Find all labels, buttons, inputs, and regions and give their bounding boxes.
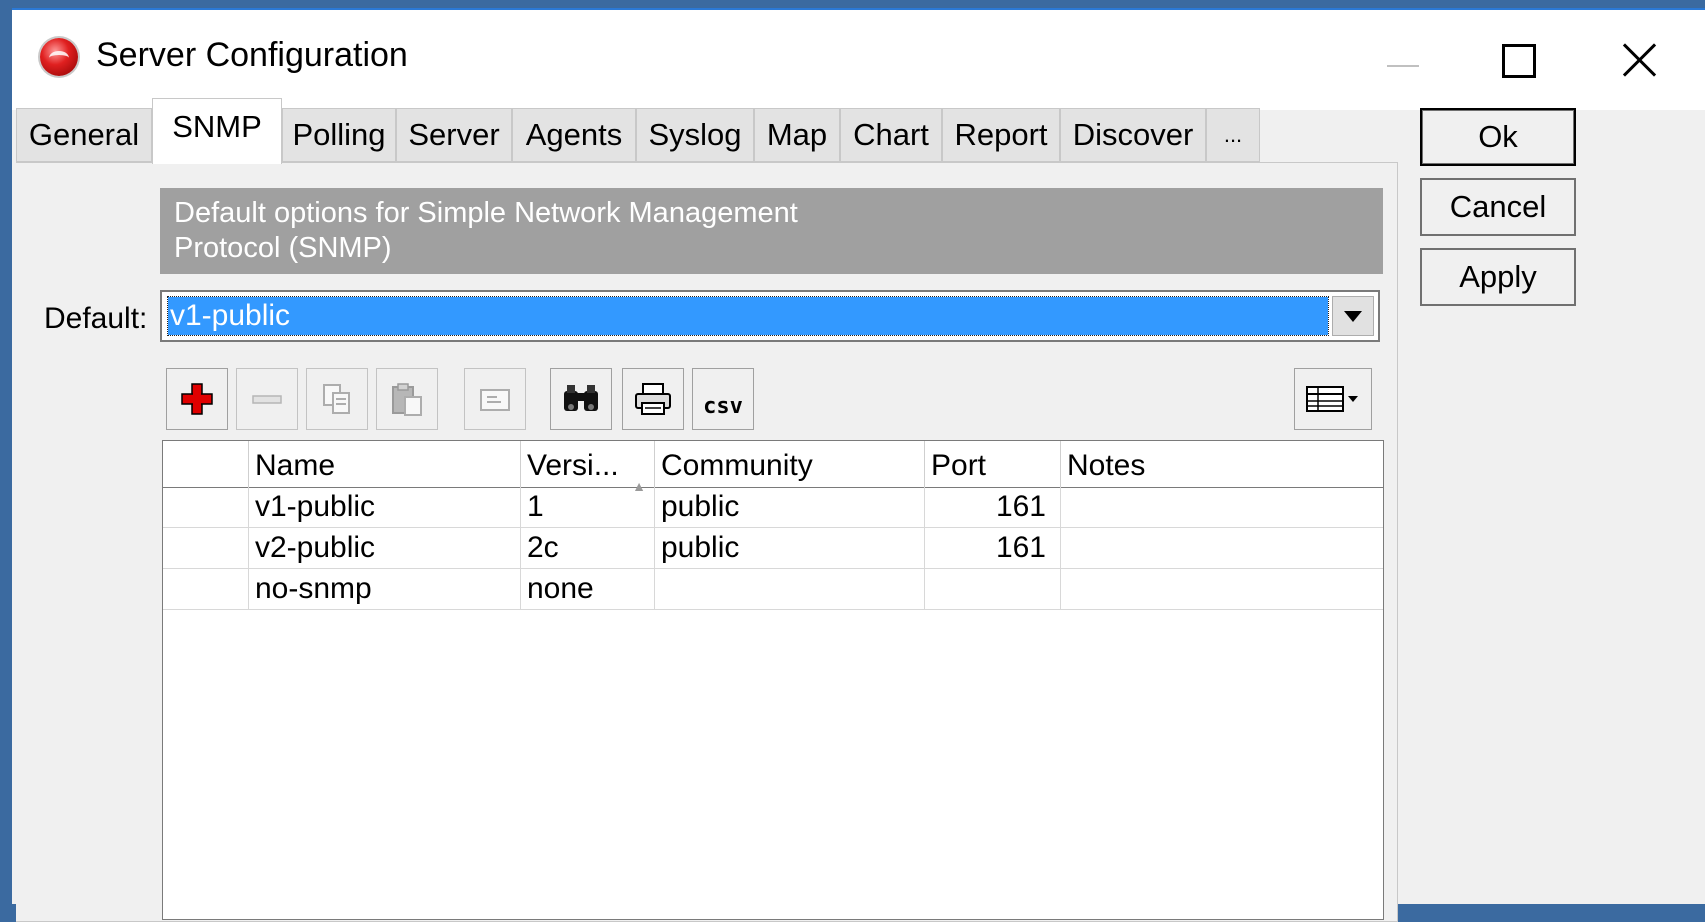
maximize-icon xyxy=(1502,44,1536,78)
app-logo-icon xyxy=(40,38,78,76)
add-button[interactable] xyxy=(166,368,228,430)
printer-icon xyxy=(635,383,671,415)
column-header-notes[interactable]: Notes xyxy=(1061,441,1383,487)
minimize-icon xyxy=(1387,65,1419,67)
row-indicator xyxy=(163,569,249,609)
cell-version: 2c xyxy=(521,528,655,568)
tab-agents[interactable]: Agents xyxy=(512,108,636,162)
edit-icon xyxy=(480,389,510,411)
copy-button[interactable] xyxy=(306,368,368,430)
description-banner: Default options for Simple Network Manag… xyxy=(160,188,1383,274)
cell-notes xyxy=(1061,528,1383,568)
row-indicator xyxy=(163,528,249,568)
column-chooser-button[interactable] xyxy=(1294,368,1372,430)
row-indicator-header xyxy=(163,441,249,487)
cell-community xyxy=(655,569,925,609)
find-button[interactable] xyxy=(550,368,612,430)
tab-discover[interactable]: Discover xyxy=(1060,108,1206,162)
minimize-button[interactable] xyxy=(1340,10,1470,110)
table-row[interactable]: no-snmp none xyxy=(163,569,1383,610)
add-icon xyxy=(181,383,213,415)
snmp-profiles-table[interactable]: Name Versi... ▲ Community Port Notes v1-p… xyxy=(162,440,1384,920)
column-header-name[interactable]: Name xyxy=(249,441,521,487)
tab-general[interactable]: General xyxy=(16,108,152,162)
row-indicator xyxy=(163,487,249,527)
remove-button[interactable] xyxy=(236,368,298,430)
tab-polling[interactable]: Polling xyxy=(282,108,396,162)
cell-port: 161 xyxy=(925,528,1061,568)
description-line-1: Default options for Simple Network Manag… xyxy=(174,197,798,229)
close-button[interactable] xyxy=(1576,10,1705,110)
apply-button[interactable]: Apply xyxy=(1420,248,1576,306)
window-title: Server Configuration xyxy=(96,36,408,74)
edit-button[interactable] xyxy=(464,368,526,430)
table-header: Name Versi... ▲ Community Port Notes xyxy=(163,441,1383,494)
description-line-2: Protocol (SNMP) xyxy=(174,232,392,264)
tab-chart[interactable]: Chart xyxy=(840,108,942,162)
column-header-community[interactable]: Community xyxy=(655,441,925,487)
cell-port xyxy=(925,569,1061,609)
dropdown-arrow-icon[interactable] xyxy=(1332,296,1374,336)
cell-version: none xyxy=(521,569,655,609)
tab-snmp[interactable]: SNMP xyxy=(152,98,282,164)
cell-notes xyxy=(1061,569,1383,609)
cell-notes xyxy=(1061,487,1383,527)
cancel-button[interactable]: Cancel xyxy=(1420,178,1576,236)
print-button[interactable] xyxy=(622,368,684,430)
column-header-port[interactable]: Port xyxy=(925,441,1061,487)
default-selected-value: v1-public xyxy=(167,296,1329,336)
server-configuration-window: Server Configuration General SNMP Pollin… xyxy=(12,8,1705,922)
maximize-button[interactable] xyxy=(1458,10,1588,110)
column-header-version[interactable]: Versi... ▲ xyxy=(521,441,655,494)
cell-community: public xyxy=(655,528,925,568)
table-row[interactable]: v1-public 1 public 161 xyxy=(163,487,1383,528)
paste-button[interactable] xyxy=(376,368,438,430)
paste-icon xyxy=(392,383,422,416)
copy-icon xyxy=(323,384,350,414)
close-icon xyxy=(1619,40,1659,80)
default-label: Default: xyxy=(44,302,148,335)
tab-syslog[interactable]: Syslog xyxy=(636,108,754,162)
cell-name: v2-public xyxy=(249,528,521,568)
remove-icon xyxy=(252,395,282,404)
table-columns-icon xyxy=(1306,386,1358,412)
cell-name: no-snmp xyxy=(249,569,521,609)
cell-community: public xyxy=(655,487,925,527)
default-combobox[interactable]: v1-public xyxy=(160,290,1380,342)
table-row[interactable]: v2-public 2c public 161 xyxy=(163,528,1383,569)
tab-more[interactable]: ... xyxy=(1206,108,1260,162)
cell-name: v1-public xyxy=(249,487,521,527)
csv-icon: csv xyxy=(703,393,743,419)
cell-version: 1 xyxy=(521,487,655,527)
tab-server[interactable]: Server xyxy=(396,108,512,162)
binoculars-icon xyxy=(564,385,598,411)
tab-report[interactable]: Report xyxy=(942,108,1060,162)
title-bar: Server Configuration xyxy=(12,10,1705,110)
tab-map[interactable]: Map xyxy=(754,108,840,162)
cell-port: 161 xyxy=(925,487,1061,527)
ok-button[interactable]: Ok xyxy=(1420,108,1576,166)
column-header-version-label: Versi... xyxy=(527,449,619,482)
export-csv-button[interactable]: csv xyxy=(692,368,754,430)
